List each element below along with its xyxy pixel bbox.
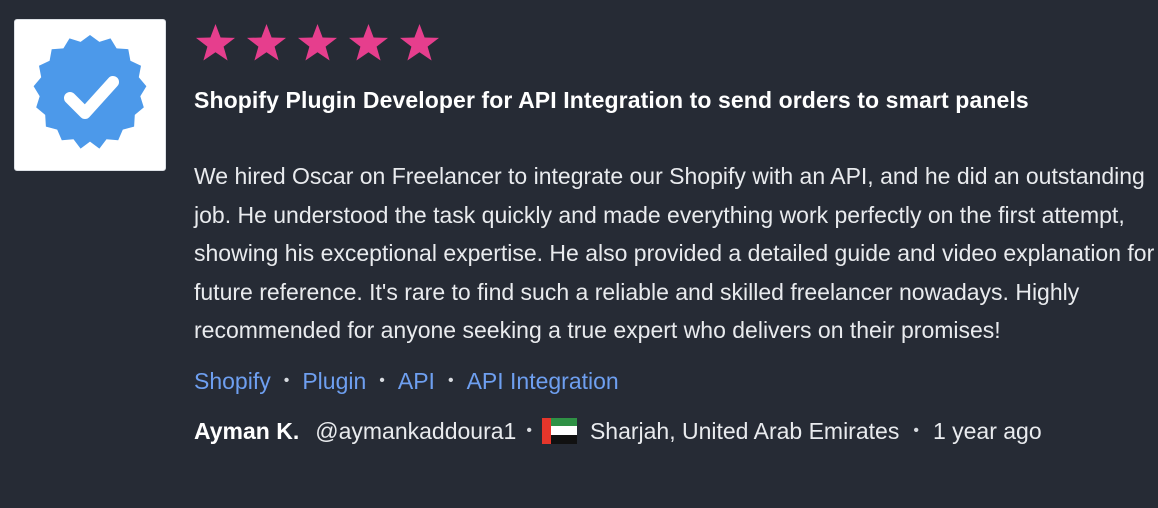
review-card: Shopify Plugin Developer for API Integra…: [0, 0, 1158, 508]
reviewer-location: Sharjah, United Arab Emirates: [589, 417, 900, 444]
skill-tag-plugin[interactable]: Plugin: [302, 365, 366, 397]
review-time: 1 year ago: [932, 417, 1042, 444]
reviewer-handle: @aymankaddoura1: [315, 417, 517, 444]
review-content: Shopify Plugin Developer for API Integra…: [194, 22, 1154, 447]
avatar: [14, 19, 166, 171]
separator-dot: •: [913, 421, 919, 439]
skill-tag-shopify[interactable]: Shopify: [194, 365, 271, 397]
star-icon: [196, 24, 235, 61]
uae-flag-icon: [541, 417, 577, 444]
star-icon: [247, 24, 286, 61]
star-icon: [349, 24, 388, 61]
star-icon: [400, 24, 439, 61]
reviewer-name: Ayman K.: [194, 417, 300, 444]
star-rating: [194, 22, 1154, 64]
separator-dot: •: [526, 421, 532, 439]
skill-tag-api[interactable]: API: [398, 365, 435, 397]
separator-dot: •: [283, 371, 290, 389]
review-title: Shopify Plugin Developer for API Integra…: [194, 87, 1029, 113]
skill-tag-api-integration[interactable]: API Integration: [467, 365, 619, 397]
separator-dot: •: [447, 371, 454, 389]
skill-tags: Shopify • Plugin • API • API Integration: [194, 365, 1154, 397]
separator-dot: •: [379, 371, 385, 389]
verified-badge-icon: [33, 35, 147, 149]
reviewer-info: Ayman K. @aymankaddoura1 • Sharjah, Unit…: [194, 415, 1154, 447]
star-icon: [298, 24, 337, 61]
review-body: We hired Oscar on Freelancer to integrat…: [194, 163, 1155, 343]
